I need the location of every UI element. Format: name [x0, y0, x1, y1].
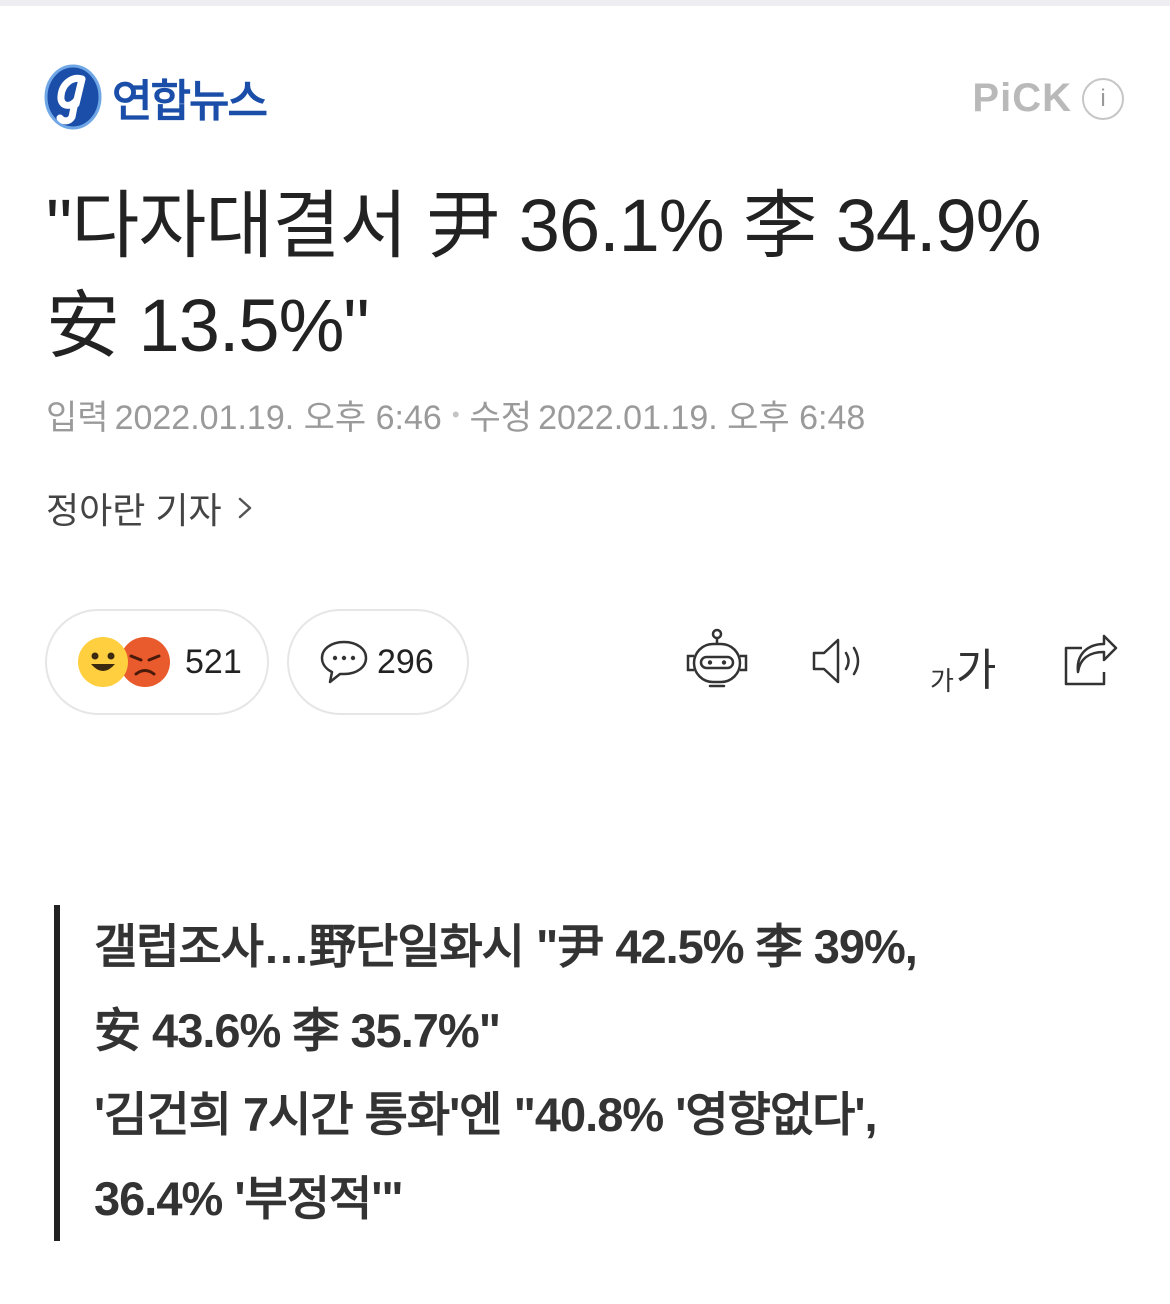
- edit-datetime: 2022.01.19. 오후 6:48: [538, 399, 866, 437]
- font-size-button[interactable]: 가 가: [930, 634, 996, 698]
- edit-label: 수정: [469, 399, 533, 437]
- smile-emoji-icon: [78, 637, 128, 687]
- input-datetime: 2022.01.19. 오후 6:46: [114, 399, 442, 437]
- share-icon: [1064, 634, 1118, 686]
- yonhap-logo-icon: [44, 64, 102, 130]
- comment-bubble-icon: [320, 640, 368, 684]
- publisher-logo[interactable]: 연합뉴스: [42, 62, 268, 132]
- article-title-line1: "다자대결서 尹 36.1% 李 34.9%: [46, 184, 1042, 267]
- info-icon[interactable]: i: [1082, 77, 1124, 120]
- robot-summary-icon: [686, 628, 748, 688]
- summary-bot-button[interactable]: [684, 628, 750, 690]
- reaction-emojis: [77, 636, 177, 688]
- speaker-icon: [812, 638, 860, 684]
- article-datetime: 입력 2022.01.19. 오후 6:46 • 수정 2022.01.19. …: [46, 390, 865, 439]
- input-label: 입력: [46, 399, 109, 437]
- chevron-right-icon: [238, 497, 251, 519]
- article-summary: 갤럽조사…野단일화시 "尹 42.5% 李 39%, 安 43.6% 李 35.…: [54, 905, 1094, 1241]
- reporter-name: 정아란 기자: [46, 490, 222, 531]
- reaction-count: 521: [185, 642, 242, 681]
- reporter-link[interactable]: 정아란 기자: [46, 482, 258, 534]
- comment-button[interactable]: 296: [287, 609, 469, 715]
- share-button[interactable]: [1060, 634, 1118, 688]
- reaction-button[interactable]: 521: [45, 609, 269, 715]
- summary-line: 36.4% '부정적'": [94, 1172, 404, 1225]
- summary-line: '김건희 7시간 통화'엔 "40.8% '영향없다',: [94, 1088, 878, 1141]
- publisher-name: 연합뉴스: [112, 77, 268, 126]
- comment-count: 296: [377, 642, 434, 681]
- summary-line: 安 43.6% 李 35.7%": [94, 1004, 501, 1057]
- article-title: "다자대결서 尹 36.1% 李 34.9% 安 13.5%": [46, 176, 1136, 376]
- font-size-big-label: 가: [955, 646, 997, 695]
- article-title-line2: 安 13.5%": [46, 284, 370, 367]
- font-size-small-label: 가: [930, 666, 954, 696]
- pick-badge[interactable]: PiCK i: [972, 76, 1124, 121]
- status-strip: [0, 0, 1170, 6]
- meta-separator: •: [451, 401, 460, 427]
- summary-line: 갤럽조사…野단일화시 "尹 42.5% 李 39%,: [94, 920, 918, 973]
- tts-button[interactable]: [810, 636, 868, 686]
- pick-label: PiCK: [972, 76, 1072, 120]
